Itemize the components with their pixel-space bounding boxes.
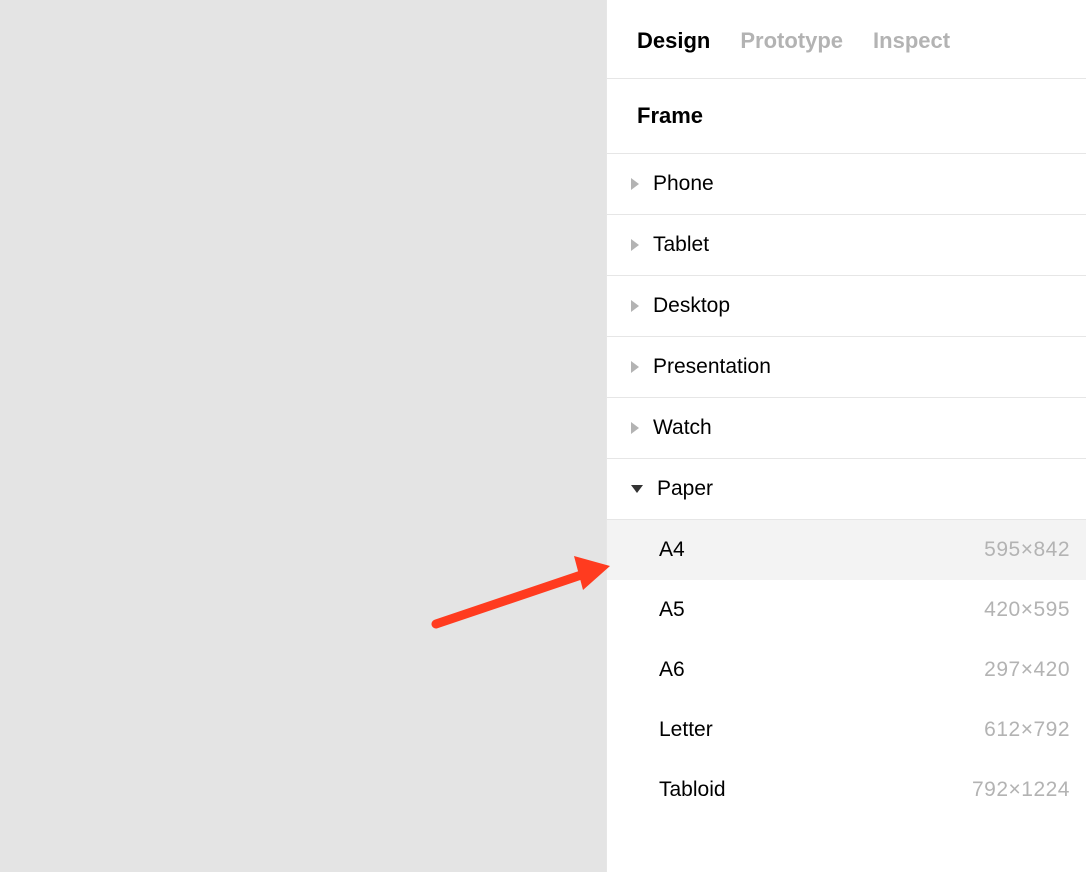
- category-label: Tablet: [653, 233, 709, 257]
- chevron-right-icon: [631, 239, 639, 251]
- tab-inspect[interactable]: Inspect: [873, 28, 950, 54]
- category-watch[interactable]: Watch: [607, 397, 1086, 458]
- category-tablet[interactable]: Tablet: [607, 214, 1086, 275]
- canvas-area[interactable]: [0, 0, 606, 872]
- category-presentation[interactable]: Presentation: [607, 336, 1086, 397]
- annotation-arrow-icon: [430, 552, 620, 630]
- category-label: Desktop: [653, 294, 730, 318]
- chevron-right-icon: [631, 178, 639, 190]
- section-title-frame: Frame: [607, 79, 1086, 153]
- preset-name: A4: [659, 538, 685, 562]
- preset-name: Tabloid: [659, 778, 726, 802]
- category-label: Phone: [653, 172, 714, 196]
- chevron-right-icon: [631, 422, 639, 434]
- chevron-down-icon: [631, 485, 643, 493]
- panel-tabs: Design Prototype Inspect: [607, 0, 1086, 79]
- preset-a4[interactable]: A4 595×842: [607, 520, 1086, 580]
- tab-prototype[interactable]: Prototype: [740, 28, 843, 54]
- preset-dimensions: 420×595: [984, 598, 1070, 622]
- preset-name: A5: [659, 598, 685, 622]
- inspector-panel: Design Prototype Inspect Frame Phone Tab…: [606, 0, 1086, 872]
- category-desktop[interactable]: Desktop: [607, 275, 1086, 336]
- preset-a5[interactable]: A5 420×595: [607, 580, 1086, 640]
- preset-dimensions: 612×792: [984, 718, 1070, 742]
- category-label: Watch: [653, 416, 712, 440]
- category-paper[interactable]: Paper: [607, 458, 1086, 520]
- preset-letter[interactable]: Letter 612×792: [607, 700, 1086, 760]
- tab-design[interactable]: Design: [637, 28, 710, 54]
- preset-name: Letter: [659, 718, 713, 742]
- category-label: Presentation: [653, 355, 771, 379]
- preset-tabloid[interactable]: Tabloid 792×1224: [607, 760, 1086, 820]
- preset-dimensions: 595×842: [984, 538, 1070, 562]
- category-phone[interactable]: Phone: [607, 153, 1086, 214]
- chevron-right-icon: [631, 361, 639, 373]
- preset-name: A6: [659, 658, 685, 682]
- category-label: Paper: [657, 477, 713, 501]
- chevron-right-icon: [631, 300, 639, 312]
- preset-a6[interactable]: A6 297×420: [607, 640, 1086, 700]
- preset-dimensions: 792×1224: [972, 778, 1070, 802]
- preset-dimensions: 297×420: [984, 658, 1070, 682]
